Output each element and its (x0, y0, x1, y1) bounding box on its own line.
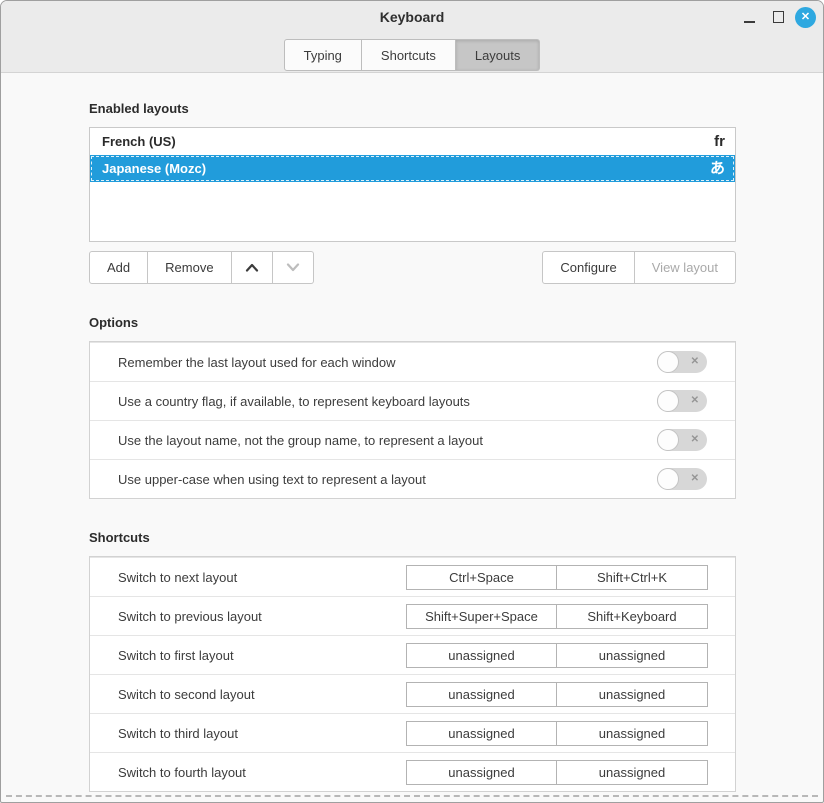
toggle-switch[interactable]: ✕ (657, 390, 707, 412)
shortcut-binding-pair: unassigned unassigned (406, 760, 708, 785)
move-down-button[interactable] (273, 251, 314, 284)
scroll-edge-indicator (6, 795, 818, 797)
option-label: Use a country flag, if available, to rep… (118, 394, 470, 409)
configure-button[interactable]: Configure (542, 251, 634, 284)
close-icon: ✕ (801, 12, 810, 23)
toggle-knob (657, 351, 679, 373)
toggle-knob (657, 468, 679, 490)
shortcuts-box: Switch to next layout Ctrl+Space Shift+C… (89, 556, 736, 792)
window-controls: ✕ (737, 5, 816, 29)
maximize-icon (773, 11, 784, 23)
tab-layouts[interactable]: Layouts (456, 39, 541, 71)
option-row: Use a country flag, if available, to rep… (90, 381, 735, 420)
tab-shortcuts[interactable]: Shortcuts (362, 39, 456, 71)
enabled-layouts-list[interactable]: French (US) fr Japanese (Mozc) あ (89, 127, 736, 242)
layout-tools-button-group: Configure View layout (542, 251, 736, 284)
window-title: Keyboard (1, 9, 823, 25)
shortcut-binding-primary[interactable]: unassigned (406, 721, 557, 746)
close-button[interactable]: ✕ (795, 7, 816, 28)
shortcut-label: Switch to first layout (118, 648, 234, 663)
shortcut-row: Switch to third layout unassigned unassi… (90, 713, 735, 752)
layout-name: French (US) (102, 134, 176, 149)
shortcut-binding-primary[interactable]: unassigned (406, 682, 557, 707)
shortcut-binding-pair: Shift+Super+Space Shift+Keyboard (406, 604, 708, 629)
layout-indicator-badge: あ (710, 161, 725, 176)
toggle-switch[interactable]: ✕ (657, 468, 707, 490)
tab-typing[interactable]: Typing (284, 39, 362, 71)
option-label: Use the layout name, not the group name,… (118, 433, 483, 448)
shortcut-row: Switch to previous layout Shift+Super+Sp… (90, 596, 735, 635)
option-label: Remember the last layout used for each w… (118, 355, 395, 370)
maximize-button[interactable] (766, 5, 790, 29)
shortcut-binding-primary[interactable]: Ctrl+Space (406, 565, 557, 590)
shortcut-label: Switch to previous layout (118, 609, 262, 624)
shortcut-binding-secondary[interactable]: Shift+Ctrl+K (557, 565, 708, 590)
option-row: Use the layout name, not the group name,… (90, 420, 735, 459)
layout-list-actions: Add Remove Configure View layout (89, 251, 736, 284)
shortcut-label: Switch to third layout (118, 726, 238, 741)
titlebar[interactable]: Keyboard ✕ (1, 1, 823, 33)
toggle-off-icon: ✕ (691, 357, 699, 367)
shortcut-label: Switch to second layout (118, 687, 255, 702)
shortcut-binding-secondary[interactable]: Shift+Keyboard (557, 604, 708, 629)
option-row: Use upper-case when using text to repres… (90, 459, 735, 498)
shortcut-binding-primary[interactable]: unassigned (406, 643, 557, 668)
toggle-switch[interactable]: ✕ (657, 429, 707, 451)
option-label: Use upper-case when using text to repres… (118, 472, 426, 487)
toggle-off-icon: ✕ (691, 474, 699, 484)
keyboard-window: Keyboard ✕ Typing Shortcuts Layouts (0, 0, 824, 803)
shortcut-binding-primary[interactable]: Shift+Super+Space (406, 604, 557, 629)
shortcut-row: Switch to first layout unassigned unassi… (90, 635, 735, 674)
enabled-layouts-heading: Enabled layouts (89, 102, 736, 116)
shortcut-binding-secondary[interactable]: unassigned (557, 682, 708, 707)
layouts-page: Enabled layouts French (US) fr Japanese … (1, 102, 823, 792)
minimize-button[interactable] (737, 5, 761, 29)
shortcut-binding-pair: unassigned unassigned (406, 643, 708, 668)
shortcut-row: Switch to fourth layout unassigned unass… (90, 752, 735, 791)
layout-indicator-badge: fr (714, 134, 725, 149)
shortcut-label: Switch to fourth layout (118, 765, 246, 780)
toggle-off-icon: ✕ (691, 435, 699, 445)
shortcut-binding-secondary[interactable]: unassigned (557, 643, 708, 668)
minimize-icon (744, 21, 755, 23)
chevron-up-icon (245, 263, 259, 272)
options-box: Remember the last layout used for each w… (89, 341, 736, 499)
add-button[interactable]: Add (89, 251, 148, 284)
shortcut-binding-primary[interactable]: unassigned (406, 760, 557, 785)
shortcut-binding-secondary[interactable]: unassigned (557, 760, 708, 785)
shortcut-row: Switch to second layout unassigned unass… (90, 674, 735, 713)
shortcut-binding-pair: unassigned unassigned (406, 721, 708, 746)
view-layout-button[interactable]: View layout (635, 251, 736, 284)
shortcut-binding-pair: unassigned unassigned (406, 682, 708, 707)
shortcut-row: Switch to next layout Ctrl+Space Shift+C… (90, 557, 735, 596)
shortcut-binding-pair: Ctrl+Space Shift+Ctrl+K (406, 565, 708, 590)
remove-button[interactable]: Remove (148, 251, 231, 284)
tab-group: Typing Shortcuts Layouts (284, 39, 541, 71)
list-edit-button-group: Add Remove (89, 251, 314, 284)
toggle-switch[interactable]: ✕ (657, 351, 707, 373)
tab-bar: Typing Shortcuts Layouts (1, 33, 823, 71)
move-up-button[interactable] (232, 251, 273, 284)
shortcuts-heading: Shortcuts (89, 531, 736, 545)
shortcut-label: Switch to next layout (118, 570, 237, 585)
layout-name: Japanese (Mozc) (102, 161, 206, 176)
shortcut-binding-secondary[interactable]: unassigned (557, 721, 708, 746)
toggle-knob (657, 429, 679, 451)
toggle-knob (657, 390, 679, 412)
layout-row[interactable]: Japanese (Mozc) あ (90, 155, 735, 182)
header: Keyboard ✕ Typing Shortcuts Layouts (1, 1, 823, 73)
chevron-down-icon (286, 263, 300, 272)
toggle-off-icon: ✕ (691, 396, 699, 406)
layout-row[interactable]: French (US) fr (90, 128, 735, 155)
option-row: Remember the last layout used for each w… (90, 342, 735, 381)
options-heading: Options (89, 316, 736, 330)
